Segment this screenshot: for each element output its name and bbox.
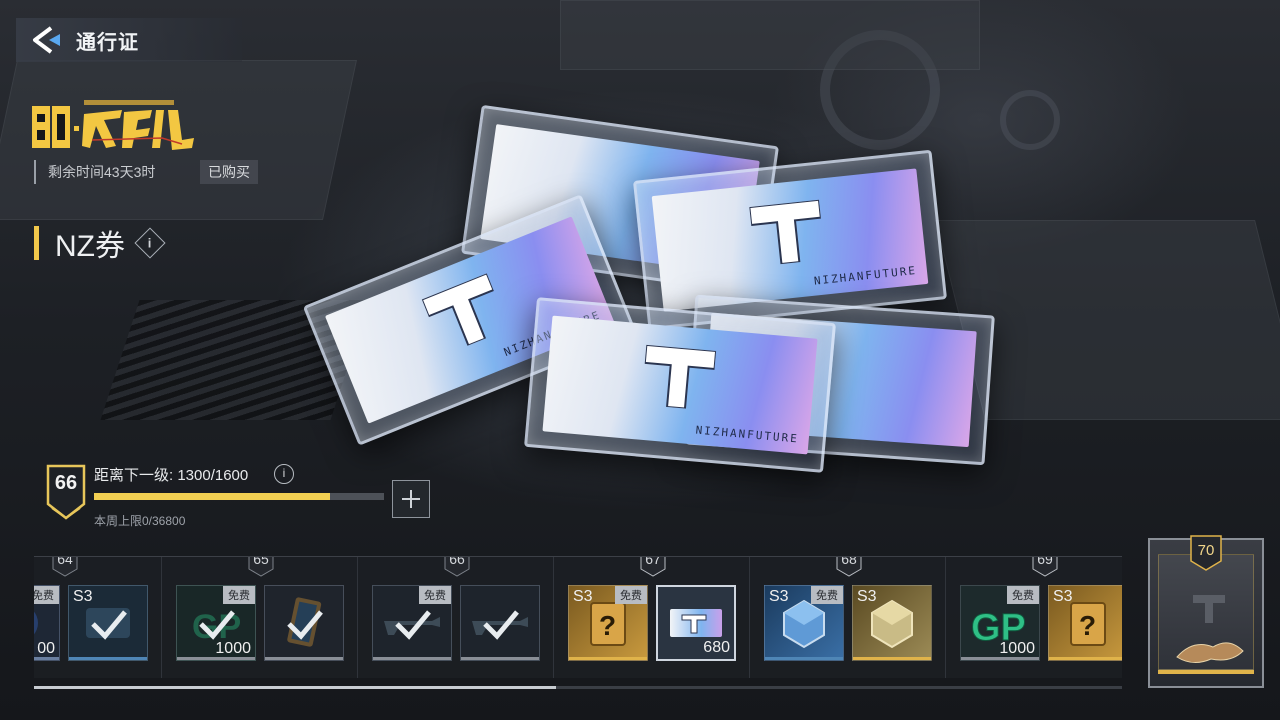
reward-card[interactable]	[264, 585, 344, 661]
tier-marker: 65	[248, 556, 274, 577]
reward-card[interactable]	[460, 585, 540, 661]
hero-item-image: NIZHANFUTURE NIZHANFUTURE NIZHANFUTURE	[302, 95, 1010, 525]
reward-card[interactable]: GP 免费 1000	[960, 585, 1040, 661]
tier-66: 66 免费	[358, 557, 554, 678]
back-button[interactable]	[16, 18, 76, 62]
check-icon	[199, 610, 235, 640]
item-name: NZ券	[55, 230, 125, 263]
tier-68: 68 S3 免费 S3	[750, 557, 946, 678]
level-info-button[interactable]: i	[274, 464, 294, 484]
tier-level: 67	[645, 556, 661, 567]
season-tag: S3	[1053, 588, 1073, 605]
reward-card[interactable]: ? S3 免费	[568, 585, 648, 661]
svg-text:?: ?	[599, 610, 616, 641]
tier-67: 67 ? S3 免费 680	[554, 557, 750, 678]
tier-level: 64	[57, 556, 73, 567]
season-tag: S3	[769, 588, 789, 605]
season-tag: S3	[857, 588, 877, 605]
tier-marker: 64	[52, 556, 78, 577]
tier-level: 66	[449, 556, 465, 567]
reward-scrollbar-thumb[interactable]	[34, 686, 556, 689]
weekly-limit: 本周上限0/36800	[94, 514, 186, 528]
season-logo	[32, 100, 194, 150]
free-tag: 免费	[34, 586, 59, 604]
season-tag: S3	[573, 588, 593, 605]
nz-ticket-icon	[670, 609, 722, 637]
tier-69: 69 GP 免费 1000 ? S3	[946, 557, 1122, 678]
back-arrow-icon	[33, 26, 60, 54]
tier-marker: 66	[444, 556, 470, 577]
title-accent-bar	[34, 226, 39, 260]
tier-marker: 69	[1032, 556, 1058, 577]
tier-marker: 67	[640, 556, 666, 577]
purchased-badge: 已购买	[200, 160, 258, 184]
reward-quantity: 1000	[999, 640, 1035, 657]
top-bar: 通行证	[16, 18, 242, 62]
reward-card[interactable]: S3 免费	[764, 585, 844, 661]
reward-card-selected[interactable]: 680	[656, 585, 736, 661]
tier-64: 64 免费 00 S3	[34, 557, 162, 678]
tier-65: 65 GP 免费 1000	[162, 557, 358, 678]
free-tag: 免费	[615, 586, 647, 604]
reward-card[interactable]: 免费	[372, 585, 452, 661]
tier-marker: 68	[836, 556, 862, 577]
check-icon	[395, 610, 431, 640]
reward-card[interactable]: ? S3	[1048, 585, 1122, 661]
level-progress-bar	[94, 493, 384, 500]
tier-marker: 70	[1190, 535, 1222, 571]
reward-card[interactable]: 免费 00	[34, 585, 60, 661]
season-remaining-time: 剩余时间43天3时	[34, 160, 155, 184]
nz-ticket-art: NIZHANFUTURE	[524, 297, 836, 473]
level-progress-fill	[94, 493, 330, 500]
next-level-progress-text: 距离下一级: 1300/1600	[94, 467, 249, 484]
item-info-button[interactable]: i	[134, 227, 166, 259]
check-icon	[287, 610, 323, 640]
current-level: 66	[54, 472, 78, 494]
info-icon: i	[148, 235, 152, 251]
check-icon	[91, 610, 127, 640]
reward-card[interactable]: GP 免费 1000	[176, 585, 256, 661]
free-tag: 免费	[1007, 586, 1039, 604]
plus-icon	[402, 490, 420, 508]
reward-quantity: 680	[703, 639, 730, 656]
tier-level: 70	[1197, 542, 1215, 559]
buy-level-button[interactable]	[392, 480, 430, 518]
check-icon	[483, 610, 519, 640]
creature-icon	[1176, 642, 1244, 663]
reward-track: 64 免费 00 S3 65 GP 免费 1000 66 免费 67 ? S3 …	[34, 556, 1122, 678]
svg-text:?: ?	[1079, 610, 1096, 641]
reward-card[interactable]: S3	[852, 585, 932, 661]
item-title: NZ券 i	[34, 226, 166, 263]
tier-level: 69	[1037, 556, 1053, 567]
tier-level: 68	[841, 556, 857, 567]
reward-quantity: 00	[37, 640, 55, 657]
free-tag: 免费	[811, 586, 843, 604]
tier-level: 65	[253, 556, 269, 567]
nz-logo-icon	[1193, 595, 1225, 623]
page-title: 通行证	[76, 31, 139, 54]
reward-card[interactable]: S3	[68, 585, 148, 661]
